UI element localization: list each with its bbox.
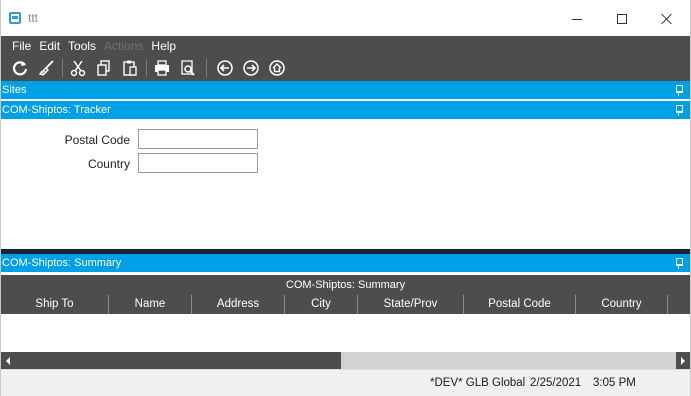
- grid-body[interactable]: [1, 314, 690, 352]
- country-input[interactable]: [138, 153, 258, 173]
- menu-bar: File Edit Tools Actions Help: [1, 36, 690, 55]
- pin-icon[interactable]: [674, 101, 684, 119]
- app-icon: [9, 12, 21, 24]
- copy-icon[interactable]: [94, 58, 114, 78]
- back-icon[interactable]: [215, 58, 235, 78]
- tracker-panel-header[interactable]: COM-Shiptos: Tracker: [1, 101, 690, 119]
- print-icon[interactable]: [152, 58, 172, 78]
- toolbar-separator: [62, 59, 63, 77]
- title-bar: ttt: [1, 0, 690, 36]
- close-icon: [661, 13, 673, 25]
- scrollbar-track[interactable]: [341, 352, 676, 369]
- column-header-ship-to[interactable]: Ship To: [1, 295, 109, 314]
- summary-panel-header[interactable]: COM-Shiptos: Summary: [1, 254, 690, 272]
- column-header-postal-code[interactable]: Postal Code: [464, 295, 576, 314]
- grid-title: COM-Shiptos: Summary: [1, 275, 690, 295]
- scroll-left-icon[interactable]: [1, 352, 15, 369]
- toolbar-separator: [146, 59, 147, 77]
- cut-icon[interactable]: [68, 58, 88, 78]
- menu-file[interactable]: File: [12, 39, 31, 53]
- grid-header: Ship To Name Address City State/Prov Pos…: [1, 295, 690, 314]
- application-window: ttt File Edit Tools Actions Help Sites C…: [0, 0, 691, 396]
- column-header-address[interactable]: Address: [192, 295, 285, 314]
- summary-panel-title: COM-Shiptos: Summary: [2, 257, 122, 269]
- scroll-right-icon[interactable]: [676, 352, 690, 369]
- status-date: 2/25/2021: [530, 377, 582, 389]
- menu-help[interactable]: Help: [151, 39, 176, 53]
- paste-icon[interactable]: [120, 58, 140, 78]
- tracker-panel-title: COM-Shiptos: Tracker: [2, 104, 111, 116]
- status-environment: *DEV* GLB Global: [430, 377, 526, 389]
- country-label: Country: [87, 157, 130, 171]
- menu-tools[interactable]: Tools: [68, 39, 96, 53]
- toolbar-separator: [206, 59, 207, 77]
- print-preview-icon[interactable]: [178, 58, 198, 78]
- window-title: ttt: [28, 11, 39, 25]
- postal-code-label: Postal Code: [64, 133, 130, 147]
- menu-actions: Actions: [104, 38, 144, 53]
- status-bar: *DEV* GLB Global 2/25/2021 3:05 PM: [1, 369, 690, 396]
- home-icon[interactable]: [267, 58, 287, 78]
- pin-icon[interactable]: [674, 254, 684, 272]
- sites-panel-title: Sites: [2, 84, 27, 96]
- horizontal-scrollbar[interactable]: [1, 352, 690, 369]
- toolbar: [1, 55, 690, 81]
- close-button[interactable]: [644, 6, 690, 32]
- pin-icon[interactable]: [674, 81, 684, 99]
- menu-edit[interactable]: Edit: [39, 39, 60, 53]
- column-header-state-prov[interactable]: State/Prov: [358, 295, 464, 314]
- maximize-icon: [617, 14, 627, 24]
- maximize-button[interactable]: [599, 6, 645, 32]
- forward-icon[interactable]: [241, 58, 261, 78]
- postal-code-input[interactable]: [138, 129, 258, 149]
- sites-panel-header[interactable]: Sites: [1, 81, 690, 99]
- column-header-country[interactable]: Country: [576, 295, 668, 314]
- minimize-button[interactable]: [554, 6, 600, 32]
- clear-brush-icon[interactable]: [36, 58, 56, 78]
- minimize-icon: [572, 18, 582, 20]
- status-time: 3:05 PM: [593, 377, 636, 389]
- refresh-icon[interactable]: [10, 58, 30, 78]
- column-header-name[interactable]: Name: [109, 295, 192, 314]
- column-header-city[interactable]: City: [285, 295, 358, 314]
